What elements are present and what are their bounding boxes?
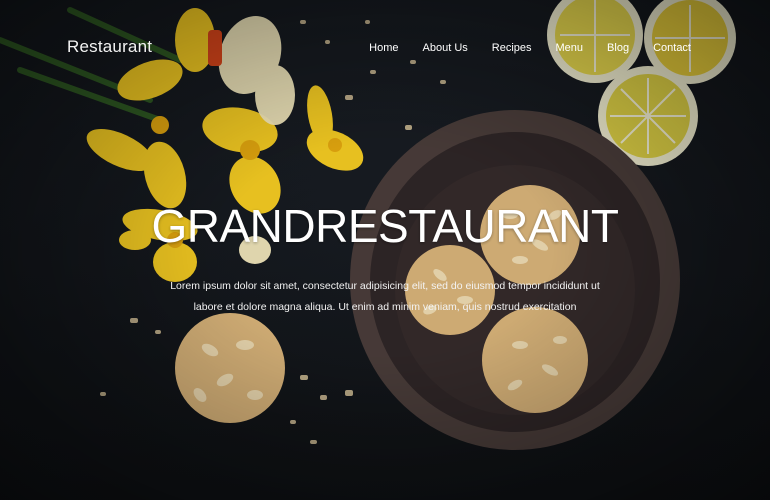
nav-item-menu[interactable]: Menu (556, 42, 584, 54)
brand-logo[interactable]: Restaurant (67, 37, 152, 57)
nav-item-blog[interactable]: Blog (607, 42, 629, 54)
nav-item-home[interactable]: Home (369, 42, 398, 54)
hero-section: Restaurant Home About Us Recipes Menu Bl… (0, 0, 770, 500)
main-nav: Home About Us Recipes Menu Blog Contact (369, 42, 691, 54)
nav-item-recipes[interactable]: Recipes (492, 42, 532, 54)
hero-title: GRANDRESTAURANT (151, 200, 619, 252)
hero-text: Lorem ipsum dolor sit amet, consectetur … (170, 280, 600, 313)
nav-item-about-us[interactable]: About Us (423, 42, 468, 54)
nav-item-contact[interactable]: Contact (653, 42, 691, 54)
